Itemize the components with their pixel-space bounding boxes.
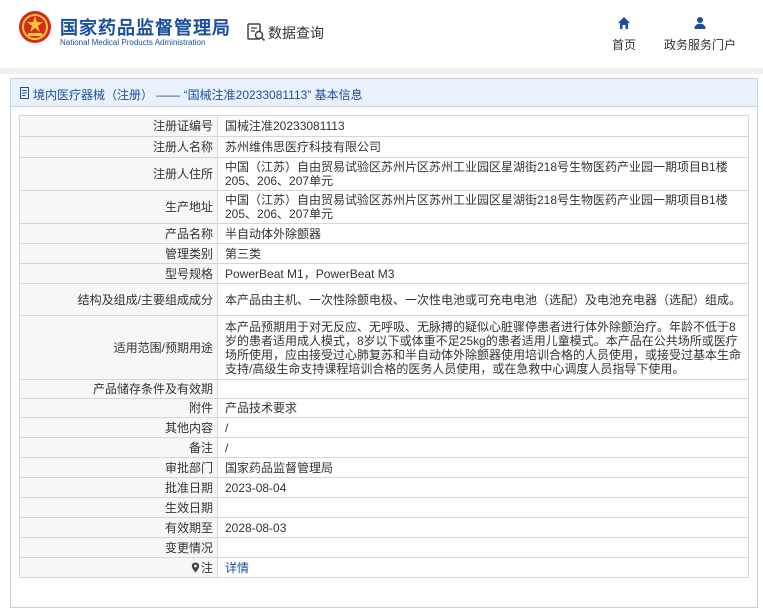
table-row: 变更情况 <box>19 537 749 558</box>
data-query-link[interactable]: 数据查询 <box>268 23 324 43</box>
location-pin-icon <box>191 562 200 572</box>
field-value: 中国（江苏）自由贸易试验区苏州片区苏州工业园区星湖街218号生物医药产业园一期项… <box>217 157 749 191</box>
field-value: 半自动体外除颤器 <box>217 223 749 244</box>
table-row: 产品储存条件及有效期 <box>19 379 749 399</box>
table-row: 结构及组成/主要组成成分 本产品由主机、一次性除颤电极、一次性电池或可充电电池（… <box>19 283 749 316</box>
field-value: 中国（江苏）自由贸易试验区苏州片区苏州工业园区星湖街218号生物医药产业园一期项… <box>217 190 749 224</box>
field-value <box>217 379 749 399</box>
field-value <box>217 537 749 558</box>
field-value: / <box>217 417 749 438</box>
note-value-cell: 详情 <box>217 557 749 578</box>
table-row: 附件 产品技术要求 <box>19 398 749 418</box>
site-title: 国家药品监督管理局 <box>60 18 231 38</box>
nav-home[interactable]: 首页 <box>604 16 644 56</box>
field-label: 生产地址 <box>19 190 218 224</box>
field-label: 有效期至 <box>19 517 218 538</box>
field-value: 2023-08-04 <box>217 477 749 498</box>
table-row: 管理类别 第三类 <box>19 243 749 264</box>
field-label: 结构及组成/主要组成成分 <box>19 283 218 316</box>
table-row: 有效期至 2028-08-03 <box>19 517 749 538</box>
table-row: 产品名称 半自动体外除颤器 <box>19 223 749 244</box>
field-label: 适用范围/预期用途 <box>19 315 218 380</box>
national-emblem-icon <box>19 11 51 43</box>
field-label: 产品储存条件及有效期 <box>19 379 218 399</box>
details-link[interactable]: 详情 <box>225 561 249 575</box>
document-icon <box>20 87 29 99</box>
field-value: 本产品由主机、一次性除颤电极、一次性电池或可充电电池（选配）及电池充电器（选配）… <box>217 283 749 316</box>
field-label: 备注 <box>19 437 218 458</box>
field-label: 生效日期 <box>19 497 218 518</box>
field-label: 型号规格 <box>19 263 218 284</box>
field-label: 审批部门 <box>19 457 218 478</box>
field-value <box>217 497 749 518</box>
field-value: 国家药品监督管理局 <box>217 457 749 478</box>
table-row: 型号规格 PowerBeat M1，PowerBeat M3 <box>19 263 749 284</box>
field-label: 产品名称 <box>19 223 218 244</box>
panel-title-bar: 境内医疗器械（注册） —— “国械注准20233081113” 基本信息 <box>11 79 757 107</box>
table-row: 生效日期 <box>19 497 749 518</box>
site-header: 国家药品监督管理局 National Medical Products Admi… <box>0 0 763 68</box>
field-value: / <box>217 437 749 458</box>
table-row: 其他内容 / <box>19 417 749 438</box>
field-label: 其他内容 <box>19 417 218 438</box>
panel-title: 境内医疗器械（注册） —— “国械注准20233081113” 基本信息 <box>33 88 363 102</box>
record-panel: 境内医疗器械（注册） —— “国械注准20233081113” 基本信息 注册证… <box>10 78 758 608</box>
field-label: 注 <box>200 560 213 575</box>
nav-home-label: 首页 <box>611 38 636 52</box>
header-divider <box>0 68 763 74</box>
field-label: 附件 <box>19 398 218 418</box>
field-label: 批准日期 <box>19 477 218 498</box>
field-label: 注册人住所 <box>19 157 218 191</box>
field-label: 变更情况 <box>19 537 218 558</box>
table-row: 注册人名称 苏州维伟思医疗科技有限公司 <box>19 136 749 158</box>
field-label: 注册证编号 <box>19 115 218 137</box>
table-row: 审批部门 国家药品监督管理局 <box>19 457 749 478</box>
note-label-cell: 注 <box>19 557 218 578</box>
table-row: 注册证编号 国械注准20233081113 <box>19 115 749 137</box>
site-subtitle: National Medical Products Administration <box>60 38 206 47</box>
table-row: 批准日期 2023-08-04 <box>19 477 749 498</box>
nav-service-portal-label: 政务服务门户 <box>663 38 736 52</box>
table-row: 注 详情 <box>19 557 749 578</box>
data-query-icon[interactable] <box>246 22 266 42</box>
field-value: 产品技术要求 <box>217 398 749 418</box>
field-value: 国械注准20233081113 <box>217 115 749 137</box>
field-label: 注册人名称 <box>19 136 218 158</box>
field-value: 2028-08-03 <box>217 517 749 538</box>
user-icon <box>694 17 706 29</box>
table-row: 备注 / <box>19 437 749 458</box>
home-icon <box>618 17 630 29</box>
field-value: 第三类 <box>217 243 749 264</box>
table-row: 生产地址 中国（江苏）自由贸易试验区苏州片区苏州工业园区星湖街218号生物医药产… <box>19 190 749 224</box>
registration-info-table: 注册证编号 国械注准20233081113 注册人名称 苏州维伟思医疗科技有限公… <box>19 115 749 578</box>
nav-service-portal[interactable]: 政务服务门户 <box>660 16 740 56</box>
field-value: PowerBeat M1，PowerBeat M3 <box>217 263 749 284</box>
field-value: 本产品预期用于对无反应、无呼吸、无脉搏的疑似心脏骤停患者进行体外除颤治疗。年龄不… <box>217 315 749 380</box>
field-label: 管理类别 <box>19 243 218 264</box>
table-row: 注册人住所 中国（江苏）自由贸易试验区苏州片区苏州工业园区星湖街218号生物医药… <box>19 157 749 191</box>
field-value: 苏州维伟思医疗科技有限公司 <box>217 136 749 158</box>
table-row: 适用范围/预期用途 本产品预期用于对无反应、无呼吸、无脉搏的疑似心脏骤停患者进行… <box>19 315 749 380</box>
